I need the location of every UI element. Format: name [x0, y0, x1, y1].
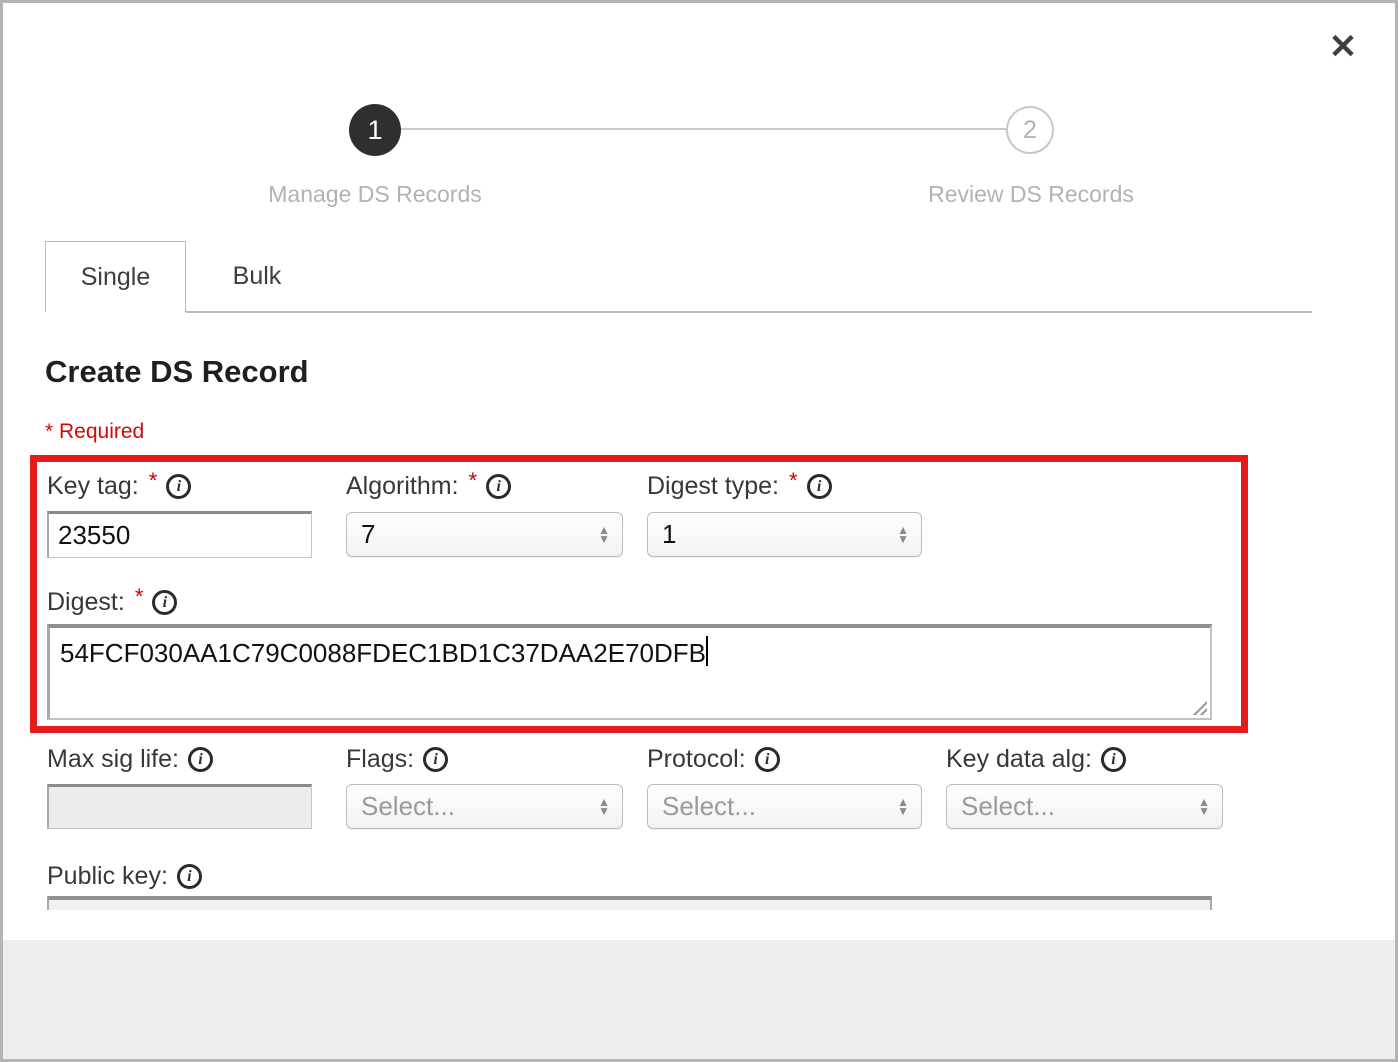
public-key-textarea[interactable] [47, 896, 1212, 910]
close-icon: ✕ [1329, 28, 1358, 66]
stepper-step-1-label: Manage DS Records [225, 181, 525, 208]
protocol-select[interactable]: Select... ▲▼ [647, 784, 922, 829]
flags-label: Flags: [346, 745, 414, 774]
info-icon[interactable]: i [807, 474, 832, 499]
digest-label: Digest: [47, 588, 125, 617]
tab-single[interactable]: Single [45, 241, 186, 312]
public-key-label: Public key: [47, 862, 168, 891]
algorithm-select[interactable]: 7 ▲▼ [346, 512, 623, 557]
digest-type-label: Digest type: [647, 472, 779, 501]
info-icon[interactable]: i [486, 474, 511, 499]
tab-bulk[interactable]: Bulk [186, 241, 328, 312]
resize-handle-icon[interactable] [1190, 698, 1207, 715]
footer-bar: Cancel Back Next [3, 940, 1395, 1059]
key-data-alg-label: Key data alg: [946, 745, 1092, 774]
select-arrows-icon: ▲▼ [897, 798, 909, 816]
tab-bottom-rule [186, 311, 1312, 313]
key-data-alg-label-row: Key data alg: i [946, 745, 1126, 774]
info-icon[interactable]: i [166, 474, 191, 499]
flags-label-row: Flags: i [346, 745, 448, 774]
info-icon[interactable]: i [755, 747, 780, 772]
digest-textarea[interactable]: 54FCF030AA1C79C0088FDEC1BD1C37DAA2E70DFB [47, 624, 1212, 720]
protocol-select-value: Select... [662, 791, 897, 822]
tab-label: Single [81, 263, 151, 292]
key-tag-label-row: Key tag:*i [47, 472, 191, 501]
info-icon[interactable]: i [423, 747, 448, 772]
info-icon[interactable]: i [177, 864, 202, 889]
algorithm-label-row: Algorithm:*i [346, 472, 511, 501]
tab-label: Bulk [233, 262, 282, 291]
key-tag-label: Key tag: [47, 472, 139, 501]
required-star: * [149, 468, 158, 494]
select-arrows-icon: ▲▼ [1198, 798, 1210, 816]
public-key-label-row: Public key: i [47, 862, 202, 891]
key-data-alg-select-value: Select... [961, 791, 1198, 822]
digest-type-select-value: 1 [662, 519, 897, 550]
select-arrows-icon: ▲▼ [598, 798, 610, 816]
info-icon[interactable]: i [152, 590, 177, 615]
stepper-step-1-circle: 1 [349, 104, 401, 156]
required-note: * Required [45, 420, 144, 444]
page-title: Create DS Record [45, 354, 309, 390]
step-number: 2 [1023, 116, 1037, 145]
algorithm-select-value: 7 [361, 519, 598, 550]
max-sig-life-label: Max sig life: [47, 745, 179, 774]
create-ds-record-modal: ✕ 1 2 Manage DS Records Review DS Record… [0, 0, 1398, 1062]
stepper-connector-line [401, 128, 1006, 130]
protocol-label: Protocol: [647, 745, 746, 774]
key-tag-input[interactable] [47, 511, 312, 558]
select-arrows-icon: ▲▼ [598, 526, 610, 544]
flags-select[interactable]: Select... ▲▼ [346, 784, 623, 829]
stepper-step-2-label: Review DS Records [881, 181, 1181, 208]
key-data-alg-select[interactable]: Select... ▲▼ [946, 784, 1223, 829]
step-number: 1 [367, 115, 382, 146]
close-button[interactable]: ✕ [1321, 25, 1365, 69]
required-star: * [469, 468, 478, 494]
protocol-label-row: Protocol: i [647, 745, 780, 774]
max-sig-life-label-row: Max sig life: i [47, 745, 213, 774]
select-arrows-icon: ▲▼ [897, 526, 909, 544]
required-star: * [135, 584, 144, 610]
algorithm-label: Algorithm: [346, 472, 459, 501]
required-star: * [789, 468, 798, 494]
stepper-step-2-circle: 2 [1006, 106, 1054, 154]
max-sig-life-input[interactable] [47, 784, 312, 829]
digest-value: 54FCF030AA1C79C0088FDEC1BD1C37DAA2E70DFB [60, 638, 706, 668]
digest-type-label-row: Digest type:*i [647, 472, 832, 501]
info-icon[interactable]: i [1101, 747, 1126, 772]
info-icon[interactable]: i [188, 747, 213, 772]
digest-type-select[interactable]: 1 ▲▼ [647, 512, 922, 557]
digest-label-row: Digest:*i [47, 588, 177, 617]
flags-select-value: Select... [361, 791, 598, 822]
text-cursor [706, 636, 708, 666]
